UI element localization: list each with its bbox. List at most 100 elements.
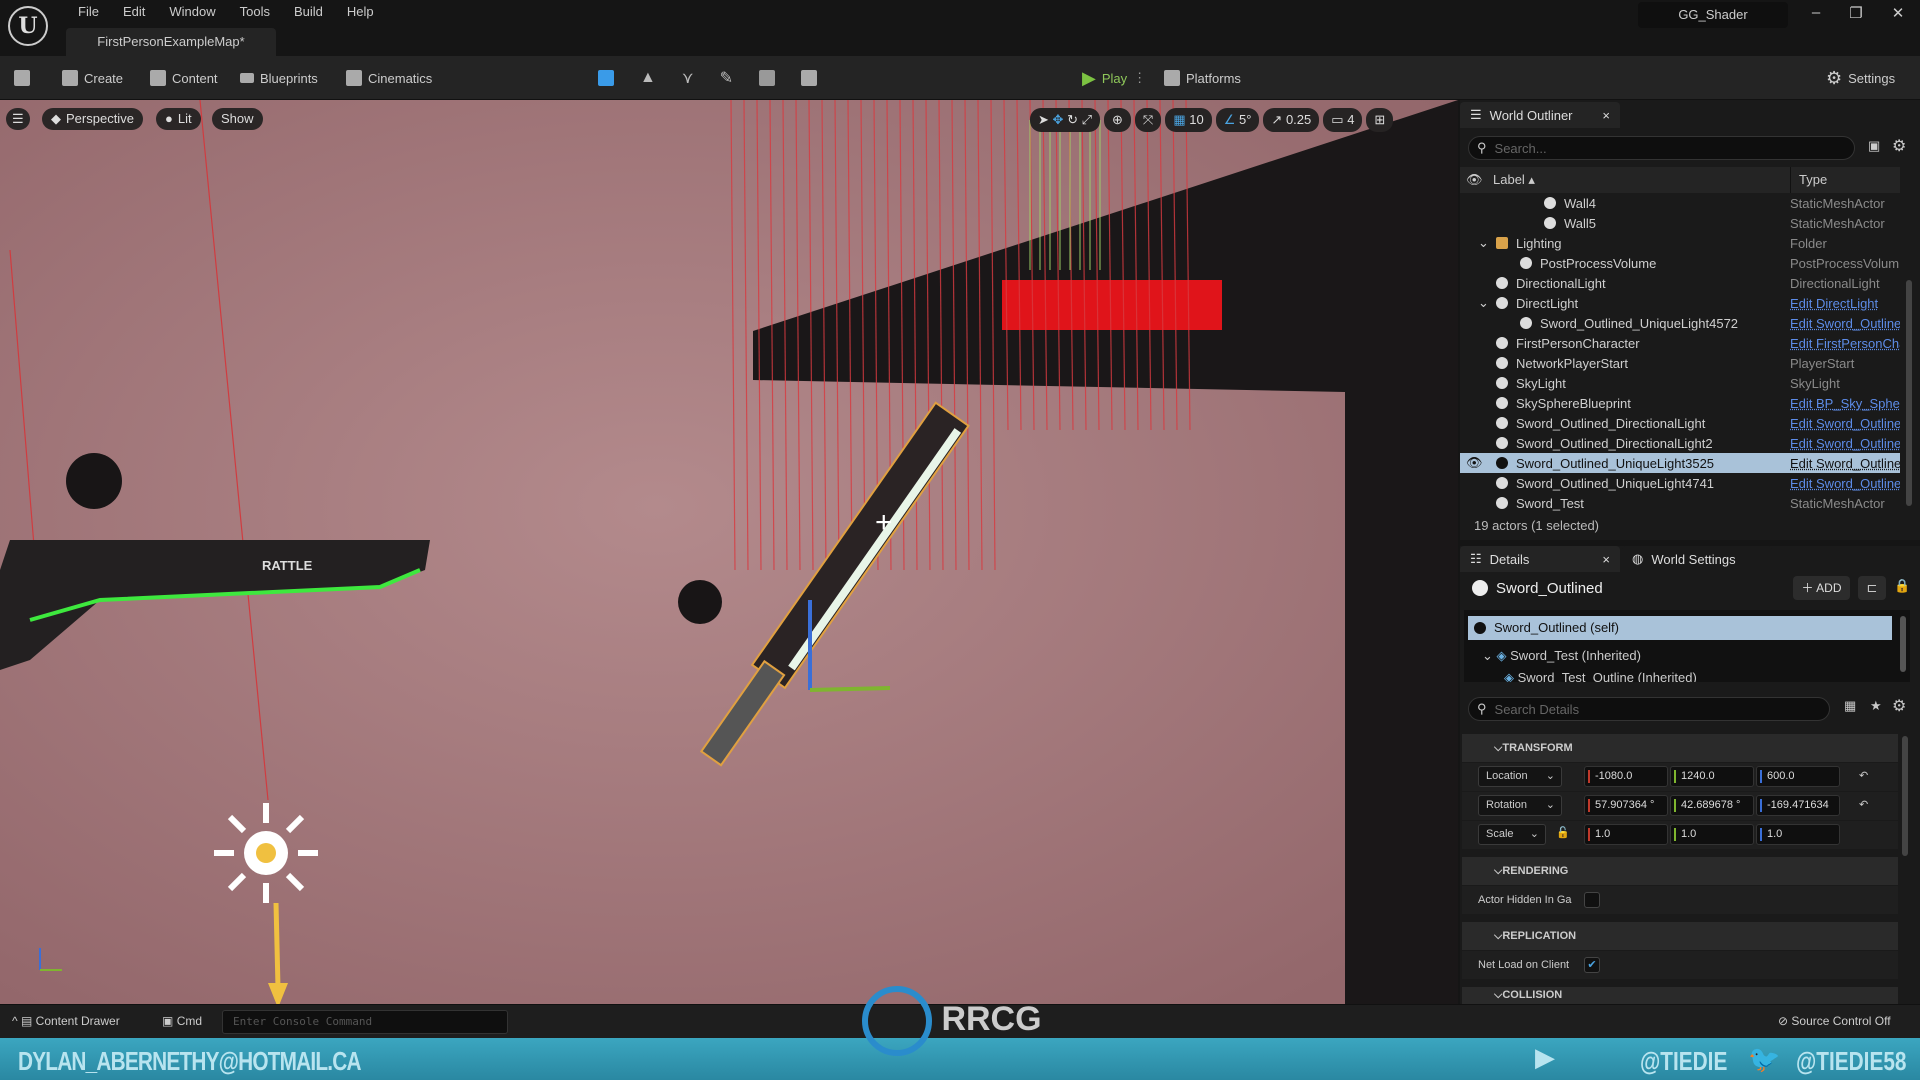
tab-details[interactable]: ☷ Details × [1460, 546, 1620, 572]
rotate-icon[interactable]: ↻ [1067, 112, 1078, 127]
settings-button[interactable]: ⚙ Settings [1826, 56, 1895, 100]
outliner-search-input[interactable]: ⚲ Search... [1468, 136, 1855, 160]
scale-x-input[interactable]: 1.0 [1584, 824, 1668, 845]
rotation-x-input[interactable]: 57.907364 ° [1584, 795, 1668, 816]
edit-blueprint-link[interactable]: Edit BP_Sky_Sphere [1790, 396, 1900, 411]
play-options-icon[interactable]: ⋮ [1133, 70, 1146, 86]
cinematics-button[interactable]: Cinematics [346, 56, 432, 100]
location-dropdown[interactable]: Location ⌄ [1478, 766, 1562, 787]
actor-hidden-checkbox[interactable] [1584, 892, 1600, 908]
scale-lock-icon[interactable]: 🔓 [1556, 826, 1570, 839]
star-icon[interactable]: ★ [1870, 698, 1882, 714]
select-mode-icon[interactable] [598, 70, 614, 86]
lock-icon[interactable]: 🔒 [1894, 578, 1910, 594]
scale-z-input[interactable]: 1.0 [1756, 824, 1840, 845]
platforms-button[interactable]: Platforms [1164, 56, 1241, 100]
edit-blueprint-link[interactable]: Edit Sword_Outlined [1790, 416, 1900, 431]
outliner-row[interactable]: SkyLight SkyLight [1460, 373, 1900, 393]
menu-file[interactable]: File [66, 3, 111, 21]
location-z-input[interactable]: 600.0 [1756, 766, 1840, 787]
world-local-toggle[interactable]: ⊕ [1104, 108, 1131, 132]
rendering-section-header[interactable]: RENDERING [1462, 857, 1898, 885]
outliner-row[interactable]: DirectionalLight DirectionalLight [1460, 273, 1900, 293]
select-icon[interactable]: ➤ [1038, 112, 1049, 127]
level-viewport[interactable]: RATTLE + ☰ ◆ Perspective ● Lit Show ➤ ✥ ↻ … [0, 100, 1458, 1004]
viewport-menu-button[interactable]: ☰ [6, 108, 30, 130]
content-drawer-button[interactable]: ^ ▤ Content Drawer [12, 1014, 120, 1028]
move-icon[interactable]: ✥ [1053, 112, 1064, 127]
gizmo-y-axis[interactable] [809, 686, 891, 692]
outliner-row[interactable]: Sword_Outlined_UniqueLight4741 Edit Sword… [1460, 473, 1900, 493]
outliner-row[interactable]: ⌄ DirectLight Edit DirectLight [1460, 293, 1900, 313]
component-self[interactable]: Sword_Outlined (self) [1468, 616, 1892, 640]
minimize-button[interactable]: – [1796, 4, 1836, 21]
show-button[interactable]: Show [212, 108, 263, 130]
camera-speed-button[interactable]: ▭ 4 [1323, 108, 1363, 132]
close-tab-icon[interactable]: × [1602, 552, 1610, 567]
outliner-row[interactable]: Sword_Test StaticMeshActor [1460, 493, 1900, 513]
foliage-mode-icon[interactable]: ⋎ [682, 68, 694, 88]
gear-icon[interactable]: ⚙ [1892, 136, 1906, 156]
outliner-row[interactable]: SkySphereBlueprint Edit BP_Sky_Sphere [1460, 393, 1900, 413]
scale-y-input[interactable]: 1.0 [1670, 824, 1754, 845]
component-sword-test-outline[interactable]: ◈ Sword_Test_Outline (Inherited) [1504, 670, 1697, 682]
outliner-row[interactable]: FirstPersonCharacter Edit FirstPersonCha [1460, 333, 1900, 353]
map-tab[interactable]: FirstPersonExampleMap* [66, 28, 276, 56]
type-column-header[interactable]: Type [1790, 167, 1827, 193]
chevron-down-icon[interactable]: ⌄ [1478, 295, 1489, 311]
details-scrollbar[interactable] [1902, 736, 1908, 856]
transform-section-header[interactable]: TRANSFORM [1462, 734, 1898, 762]
unreal-logo-icon[interactable]: U [8, 6, 48, 46]
visibility-eye-icon[interactable]: 👁 [1466, 172, 1483, 188]
sphere-actor-selected[interactable] [678, 580, 722, 624]
grid-snap-button[interactable]: ▦ 10 [1165, 108, 1212, 132]
location-x-input[interactable]: -1080.0 [1584, 766, 1668, 787]
menu-edit[interactable]: Edit [111, 3, 157, 21]
replication-section-header[interactable]: REPLICATION [1462, 922, 1898, 950]
scale-snap-button[interactable]: ↗ 0.25 [1263, 108, 1320, 132]
chevron-down-icon[interactable]: ⌄ [1478, 235, 1489, 251]
rotation-dropdown[interactable]: Rotation ⌄ [1478, 795, 1562, 816]
outliner-row[interactable]: PostProcessVolume PostProcessVolum [1460, 253, 1900, 273]
restore-button[interactable]: ❐ [1836, 4, 1876, 22]
net-load-checkbox[interactable]: ✔ [1584, 957, 1600, 973]
angle-snap-button[interactable]: ∠ 5° [1215, 108, 1260, 132]
menu-window[interactable]: Window [157, 3, 227, 21]
table-view-icon[interactable]: ▦ [1844, 698, 1856, 714]
edit-blueprint-link[interactable]: Edit Sword_Outlined [1790, 456, 1900, 471]
create-button[interactable]: Create [62, 56, 123, 100]
menu-help[interactable]: Help [335, 3, 386, 21]
play-button[interactable]: ▶ Play ⋮ [1082, 56, 1146, 100]
outliner-row[interactable]: Sword_Outlined_UniqueLight4572 Edit Sword… [1460, 313, 1900, 333]
add-folder-icon[interactable]: ▣ [1868, 138, 1880, 154]
details-search-input[interactable]: ⚲ Search Details [1468, 697, 1830, 721]
menu-build[interactable]: Build [282, 3, 335, 21]
mesh-paint-mode-icon[interactable]: ✎ [720, 68, 733, 88]
edit-blueprint-link[interactable]: Edit DirectLight [1790, 296, 1900, 311]
scale-icon[interactable]: ⤢ [1082, 112, 1092, 127]
outliner-row[interactable]: Sword_Outlined_DirectionalLight Edit Swor… [1460, 413, 1900, 433]
content-button[interactable]: Content [150, 56, 218, 100]
edit-blueprint-link[interactable]: Edit Sword_Outlined [1790, 436, 1900, 451]
rotation-y-input[interactable]: 42.689678 ° [1670, 795, 1754, 816]
collision-section-header[interactable]: COLLISION [1462, 987, 1898, 1004]
reset-icon[interactable]: ↶ [1859, 798, 1868, 811]
fracture-mode-icon[interactable] [758, 70, 775, 86]
close-window-button[interactable]: ✕ [1878, 4, 1918, 22]
tab-world-settings[interactable]: ◍ World Settings [1622, 546, 1772, 572]
location-y-input[interactable]: 1240.0 [1670, 766, 1754, 787]
viewport-layout-button[interactable]: ⊞ [1366, 108, 1394, 132]
transform-tools[interactable]: ➤ ✥ ↻ ⤢ [1030, 108, 1100, 132]
gear-icon[interactable]: ⚙ [1892, 696, 1906, 716]
component-scrollbar[interactable] [1900, 616, 1906, 672]
add-component-button[interactable]: ＋ ADD [1793, 576, 1850, 600]
outliner-row[interactable]: Sword_Outlined_DirectionalLight2 Edit Swo… [1460, 433, 1900, 453]
edit-blueprint-link[interactable]: Edit Sword_Outlined [1790, 316, 1900, 331]
rotation-z-input[interactable]: -169.471634 [1756, 795, 1840, 816]
edit-blueprint-link[interactable]: Edit Sword_Outlined [1790, 476, 1900, 491]
landscape-mode-icon[interactable]: ▲ [640, 69, 656, 87]
tab-world-outliner[interactable]: ☰ World Outliner × [1460, 102, 1620, 128]
blueprints-button[interactable]: Blueprints [240, 56, 318, 100]
surface-snap-toggle[interactable]: ⤧ [1134, 108, 1162, 132]
visibility-eye-icon[interactable]: 👁 [1466, 455, 1483, 471]
